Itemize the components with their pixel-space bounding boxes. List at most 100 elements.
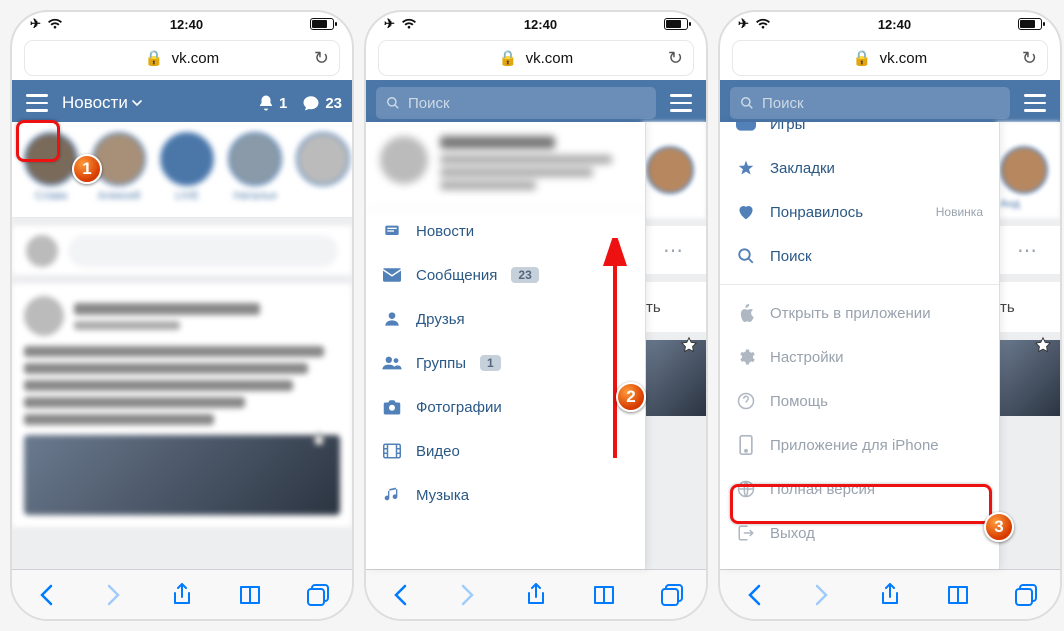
vk-header: Поиск (720, 80, 1060, 126)
content-peek: ⋯ ть (642, 122, 706, 569)
search-icon (740, 96, 754, 110)
overflow-icon: ⋯ (996, 226, 1060, 274)
safari-toolbar (720, 569, 1060, 619)
phone-screenshot-2: ✈ 12:40 🔒 vk.com ↻ Поиск ⋯ ть Новости Со… (364, 10, 708, 621)
menu-item-messages[interactable]: Сообщения 23 (366, 253, 645, 297)
forward-button[interactable] (453, 580, 483, 610)
tabs-button[interactable] (657, 580, 687, 610)
notifications-button[interactable]: 1 (257, 94, 287, 112)
menu-button[interactable] (1020, 88, 1050, 118)
stories-row[interactable]: Слава Алексей LIVE Наталья (12, 122, 352, 218)
menu-item-groups[interactable]: Группы 1 (366, 341, 645, 385)
forward-button[interactable] (99, 580, 129, 610)
menu-item-video[interactable]: Видео (366, 429, 645, 473)
menu-button[interactable] (666, 88, 696, 118)
content-peek: Анд ⋯ ть (996, 122, 1060, 569)
groups-count-badge: 1 (480, 355, 501, 371)
menu-item-games[interactable]: Игры (720, 122, 999, 146)
help-icon (736, 392, 756, 410)
annotation-badge-1: 1 (72, 154, 102, 184)
messages-count-badge: 23 (511, 267, 538, 283)
menu-item-search[interactable]: Поиск (720, 234, 999, 278)
airplane-icon: ✈ (384, 16, 395, 32)
menu-button[interactable] (22, 88, 52, 118)
share-button[interactable] (521, 580, 551, 610)
side-menu: Игры Закладки Понравилось Новинка Поиск … (720, 122, 1000, 569)
envelope-icon (382, 268, 402, 282)
apple-icon (736, 304, 756, 322)
vk-header: Новости 1 23 (12, 80, 352, 126)
back-button[interactable] (739, 580, 769, 610)
clock: 12:40 (170, 17, 203, 32)
search-input[interactable]: Поиск (730, 87, 1010, 119)
bell-icon (257, 94, 275, 112)
annotation-badge-3: 3 (984, 512, 1014, 542)
ios-statusbar: ✈ 12:40 (12, 12, 352, 36)
film-icon (382, 443, 402, 459)
heart-icon (736, 204, 756, 220)
bookmarks-button[interactable] (943, 580, 973, 610)
overflow-icon: ⋯ (642, 226, 706, 274)
menu-item-bookmarks[interactable]: Закладки (720, 146, 999, 190)
menu-item-photos[interactable]: Фотографии (366, 385, 645, 429)
url-domain: vk.com (172, 50, 220, 67)
menu-profile[interactable] (366, 122, 645, 209)
phone-screenshot-1: ✈ 12:40 🔒 vk.com ↻ Новости 1 23 Слава (10, 10, 354, 621)
gamepad-icon (736, 122, 756, 131)
safari-url-bar[interactable]: 🔒 vk.com ↻ (378, 40, 694, 76)
menu-item-music[interactable]: Музыка (366, 473, 645, 517)
menu-item-iphone-app[interactable]: Приложение для iPhone (720, 423, 999, 467)
tabs-button[interactable] (1011, 580, 1041, 610)
bookmarks-button[interactable] (589, 580, 619, 610)
reload-icon[interactable]: ↻ (314, 48, 329, 69)
menu-item-help[interactable]: Помощь (720, 379, 999, 423)
news-icon (382, 223, 402, 239)
reload-icon[interactable]: ↻ (1022, 48, 1037, 69)
composer[interactable] (12, 226, 352, 276)
feed-post[interactable] (12, 284, 352, 527)
globe-icon (736, 480, 756, 498)
menu-item-liked[interactable]: Понравилось Новинка (720, 190, 999, 234)
wifi-icon (47, 18, 63, 30)
logout-icon (736, 524, 756, 542)
menu-item-settings[interactable]: Настройки (720, 335, 999, 379)
wifi-icon (401, 18, 417, 30)
gear-icon (736, 348, 756, 366)
annotation-badge-2: 2 (616, 382, 646, 412)
reload-icon[interactable]: ↻ (668, 48, 683, 69)
messages-button[interactable]: 23 (301, 94, 342, 112)
search-input[interactable]: Поиск (376, 87, 656, 119)
share-button[interactable] (875, 580, 905, 610)
lock-icon: 🔒 (853, 49, 872, 67)
search-icon (386, 96, 400, 110)
menu-item-logout[interactable]: Выход (720, 511, 999, 555)
back-button[interactable] (385, 580, 415, 610)
bookmarks-button[interactable] (235, 580, 265, 610)
back-button[interactable] (31, 580, 61, 610)
people-icon (382, 355, 402, 371)
safari-toolbar (366, 569, 706, 619)
safari-url-bar[interactable]: 🔒 vk.com ↻ (24, 40, 340, 76)
star-icon (736, 159, 756, 177)
clock: 12:40 (524, 17, 557, 32)
header-title[interactable]: Новости (62, 93, 247, 113)
forward-button[interactable] (807, 580, 837, 610)
person-icon (382, 310, 402, 328)
safari-toolbar (12, 569, 352, 619)
url-domain: vk.com (880, 50, 928, 67)
tabs-button[interactable] (303, 580, 333, 610)
clock: 12:40 (878, 17, 911, 32)
search-icon (736, 247, 756, 265)
safari-url-bar[interactable]: 🔒 vk.com ↻ (732, 40, 1048, 76)
menu-item-news[interactable]: Новости (366, 209, 645, 253)
menu-item-friends[interactable]: Друзья (366, 297, 645, 341)
menu-item-open-app[interactable]: Открыть в приложении (720, 291, 999, 335)
ios-statusbar: ✈ 12:40 (366, 12, 706, 36)
side-menu: Новости Сообщения 23 Друзья Группы 1 Фот… (366, 122, 646, 569)
phone-screenshot-3: ✈ 12:40 🔒 vk.com ↻ Поиск Анд ⋯ ть Игры З… (718, 10, 1062, 621)
airplane-icon: ✈ (738, 16, 749, 32)
share-button[interactable] (167, 580, 197, 610)
battery-icon (664, 18, 688, 30)
menu-item-full-version[interactable]: Полная версия (720, 467, 999, 511)
lock-icon: 🔒 (145, 49, 164, 67)
